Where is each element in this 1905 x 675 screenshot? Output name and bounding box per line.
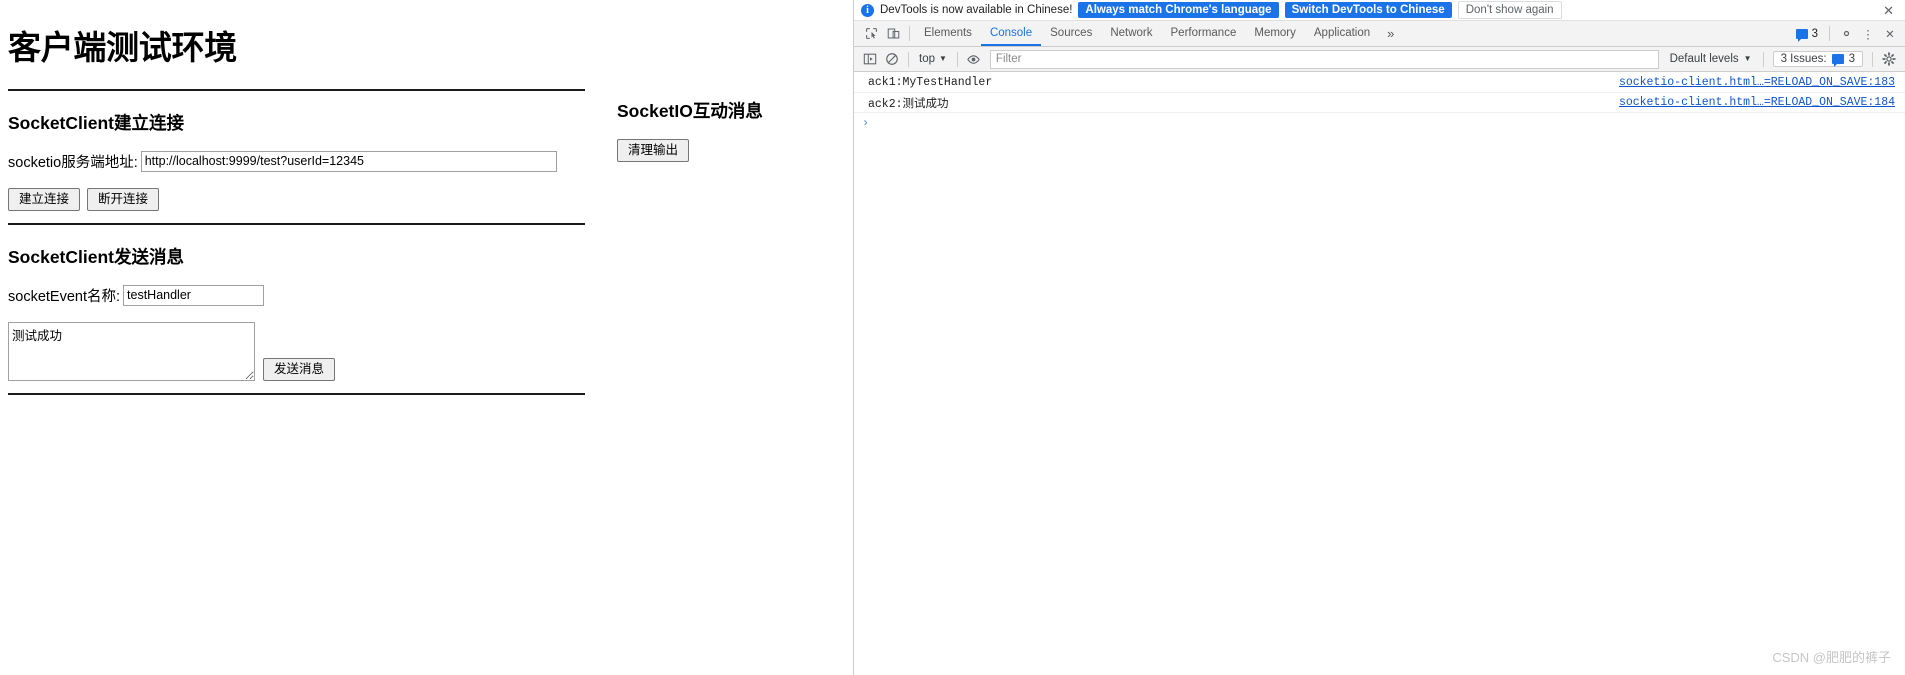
console-sidebar-icon[interactable] (859, 49, 881, 69)
chevron-down-icon: ▼ (939, 54, 947, 63)
console-message-text: ack2:测试成功 (868, 97, 949, 111)
message-textarea[interactable] (8, 321, 255, 381)
output-column: SocketIO互动消息 清理输出 (617, 98, 842, 162)
always-match-language-button[interactable]: Always match Chrome's language (1078, 2, 1279, 18)
dont-show-again-button[interactable]: Don't show again (1457, 1, 1562, 19)
prompt-chevron-icon: › (862, 116, 870, 130)
tab-elements[interactable]: Elements (915, 21, 981, 46)
console-message-row[interactable]: ack2:测试成功 socketio-client.html…=RELOAD_O… (854, 93, 1905, 113)
connect-section-heading: SocketClient建立连接 (8, 112, 184, 133)
more-options-icon[interactable]: ⋮ (1857, 23, 1879, 45)
send-message-button[interactable]: 发送消息 (263, 357, 336, 381)
issues-label: 3 Issues: (1780, 53, 1827, 65)
console-message-source-link[interactable]: socketio-client.html…=RELOAD_ON_SAVE:183 (1619, 76, 1895, 89)
toolbar-divider-3 (1762, 51, 1764, 67)
close-infobar-icon[interactable]: ✕ (1880, 4, 1897, 17)
output-section-heading: SocketIO互动消息 (617, 101, 763, 121)
devtools-infobar: i DevTools is now available in Chinese! … (854, 0, 1905, 21)
divider-top (8, 88, 585, 91)
toolbar-divider-2 (956, 51, 958, 67)
close-devtools-icon[interactable]: ✕ (1879, 23, 1901, 45)
toolbar-divider-1 (908, 51, 909, 67)
issues-count: 3 (1848, 53, 1855, 65)
log-levels-selector[interactable]: Default levels ▼ (1664, 53, 1758, 65)
divider-middle (8, 222, 585, 225)
clear-console-icon[interactable] (881, 49, 903, 69)
switch-to-chinese-button[interactable]: Switch DevTools to Chinese (1284, 2, 1452, 18)
log-levels-label: Default levels (1669, 53, 1739, 65)
divider-bottom (8, 392, 585, 395)
console-message-row[interactable]: ack1:MyTestHandler socketio-client.html…… (854, 73, 1905, 93)
page-content: 客户端测试环境 SocketClient建立连接 socketio服务端地址: … (0, 0, 853, 395)
inspect-element-icon[interactable] (860, 24, 882, 44)
console-settings-gear-icon[interactable] (1878, 49, 1900, 69)
console-message-text: ack1:MyTestHandler (868, 76, 993, 89)
issues-button[interactable]: 3 Issues: 3 (1772, 51, 1863, 67)
execution-context-label: top (919, 53, 935, 65)
toolbar-divider-4 (1872, 51, 1873, 67)
event-name-input[interactable] (123, 284, 265, 306)
issues-badge-count: 3 (1811, 27, 1818, 40)
event-name-label: socketEvent名称: (8, 288, 121, 305)
tab-sources[interactable]: Sources (1041, 21, 1101, 46)
console-filter-input[interactable] (989, 49, 1659, 69)
live-expression-icon[interactable] (963, 49, 985, 69)
page-title: 客户端测试环境 (8, 29, 237, 66)
web-page-pane: 客户端测试环境 SocketClient建立连接 socketio服务端地址: … (0, 0, 853, 675)
devtools-panel: i DevTools is now available in Chinese! … (853, 0, 1905, 675)
console-toolbar: top ▼ Default levels ▼ 3 Issues: 3 (854, 47, 1905, 72)
tab-application[interactable]: Application (1305, 21, 1379, 46)
tab-network[interactable]: Network (1101, 21, 1161, 46)
info-icon: i (861, 3, 874, 17)
speech-bubble-icon (1795, 28, 1808, 42)
issues-speech-icon (1831, 54, 1844, 67)
console-message-source-link[interactable]: socketio-client.html…=RELOAD_ON_SAVE:184 (1619, 96, 1895, 109)
connect-button[interactable]: 建立连接 (8, 187, 81, 211)
console-output[interactable]: ack1:MyTestHandler socketio-client.html…… (854, 73, 1905, 675)
tab-console[interactable]: Console (981, 21, 1041, 46)
execution-context-selector[interactable]: top ▼ (914, 53, 952, 65)
tabbar-divider-2 (1829, 26, 1830, 41)
server-url-label: socketio服务端地址: (8, 154, 138, 171)
tabbar-divider (909, 26, 910, 41)
server-url-input[interactable] (140, 150, 557, 172)
server-url-row: socketio服务端地址: (8, 150, 585, 172)
gear-icon[interactable]: gear (1835, 23, 1857, 45)
console-prompt[interactable]: › (854, 113, 1905, 133)
tab-memory[interactable]: Memory (1245, 21, 1305, 46)
device-toolbar-icon[interactable] (882, 24, 904, 44)
tab-performance[interactable]: Performance (1162, 21, 1246, 46)
send-message-row: 发送消息 (8, 321, 585, 381)
more-tabs-icon[interactable]: » (1379, 26, 1402, 41)
watermark: CSDN @肥肥的裤子 (1772, 650, 1891, 665)
issues-badge[interactable]: 3 (1790, 27, 1824, 42)
clear-output-button[interactable]: 清理输出 (617, 139, 690, 162)
connection-buttons: 建立连接 断开连接 (8, 187, 585, 211)
infobar-message: DevTools is now available in Chinese! (880, 4, 1073, 16)
chevron-down-icon-levels: ▼ (1743, 54, 1752, 63)
event-name-row: socketEvent名称: (8, 284, 585, 306)
disconnect-button[interactable]: 断开连接 (87, 187, 160, 211)
devtools-tabbar: Elements Console Sources Network Perform… (854, 21, 1905, 47)
send-section-heading: SocketClient发送消息 (8, 246, 184, 267)
connect-column: SocketClient建立连接 socketio服务端地址: 建立连接 断开连… (8, 110, 585, 395)
